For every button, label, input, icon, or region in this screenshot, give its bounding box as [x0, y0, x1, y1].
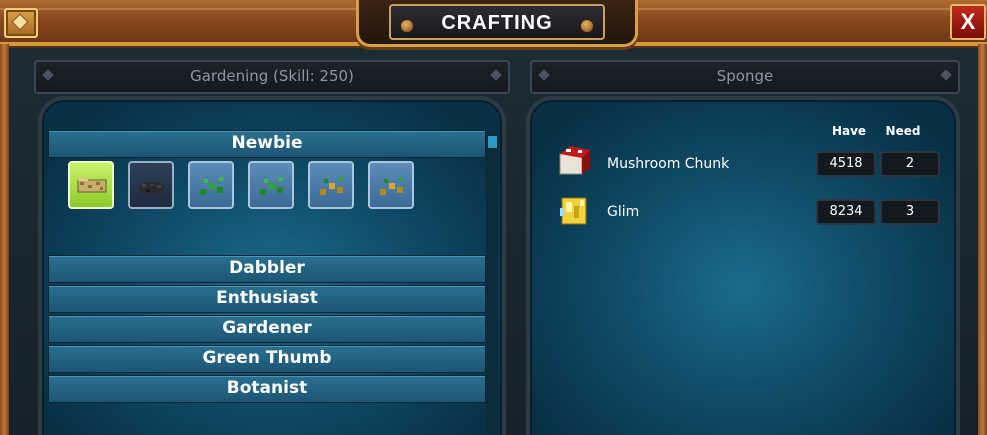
need-column-header: Need [885, 124, 921, 138]
skill-header: Gardening (Skill: 250) [34, 60, 510, 94]
tier-botanist[interactable]: Botanist [48, 375, 486, 403]
item-header-text: Sponge [716, 67, 774, 85]
green-sprout-icon [200, 177, 223, 195]
close-button[interactable]: X [950, 4, 986, 40]
tier-green-thumb[interactable]: Green Thumb [48, 345, 486, 373]
recipe-slot[interactable] [188, 161, 234, 209]
diamond-cap-icon [490, 69, 502, 81]
skill-header-text: Gardening (Skill: 250) [190, 67, 354, 85]
material-name: Glim [607, 204, 640, 220]
right-frame [978, 44, 987, 435]
recipe-slot[interactable] [248, 161, 294, 209]
diamond-cap-icon [538, 69, 550, 81]
collapse-button[interactable] [4, 8, 38, 38]
sponge-icon [77, 178, 107, 193]
scrollbar-track[interactable] [486, 134, 498, 434]
yellow-sprout-icon [380, 177, 403, 195]
dark-soil-icon [139, 182, 165, 194]
have-value: 8234 [816, 199, 876, 225]
recipe-slot[interactable] [128, 161, 174, 209]
green-sprout-icon [260, 177, 283, 195]
tier-gardener[interactable]: Gardener [48, 315, 486, 343]
material-name: Mushroom Chunk [607, 156, 730, 172]
title-plate: CRAFTING [356, 0, 638, 47]
title-inner: CRAFTING [389, 4, 605, 40]
tier-dabbler[interactable]: Dabbler [48, 255, 486, 283]
recipe-slot[interactable] [308, 161, 354, 209]
diamond-cap-icon [940, 69, 952, 81]
diamond-icon [11, 13, 29, 31]
window-title: CRAFTING [441, 12, 553, 34]
recipe-slot[interactable] [368, 161, 414, 209]
left-frame [0, 44, 9, 435]
diamond-cap-icon [42, 69, 54, 81]
have-column-header: Have [831, 124, 867, 138]
rivet-icon [580, 19, 594, 33]
tier-enthusiast[interactable]: Enthusiast [48, 285, 486, 313]
yellow-sprout-icon [320, 177, 343, 195]
have-value: 4518 [816, 151, 876, 177]
tier-newbie[interactable]: Newbie [48, 130, 486, 158]
scrollbar-thumb[interactable] [488, 136, 497, 148]
item-header: Sponge [530, 60, 960, 94]
recipe-slot[interactable] [68, 161, 114, 209]
crafting-window: CRAFTING X Gardening (Skill: 250) Sponge… [0, 0, 987, 435]
need-value: 2 [880, 151, 940, 177]
glim-icon [560, 197, 587, 225]
need-value: 3 [880, 199, 940, 225]
mushroom-chunk-icon [559, 146, 590, 175]
